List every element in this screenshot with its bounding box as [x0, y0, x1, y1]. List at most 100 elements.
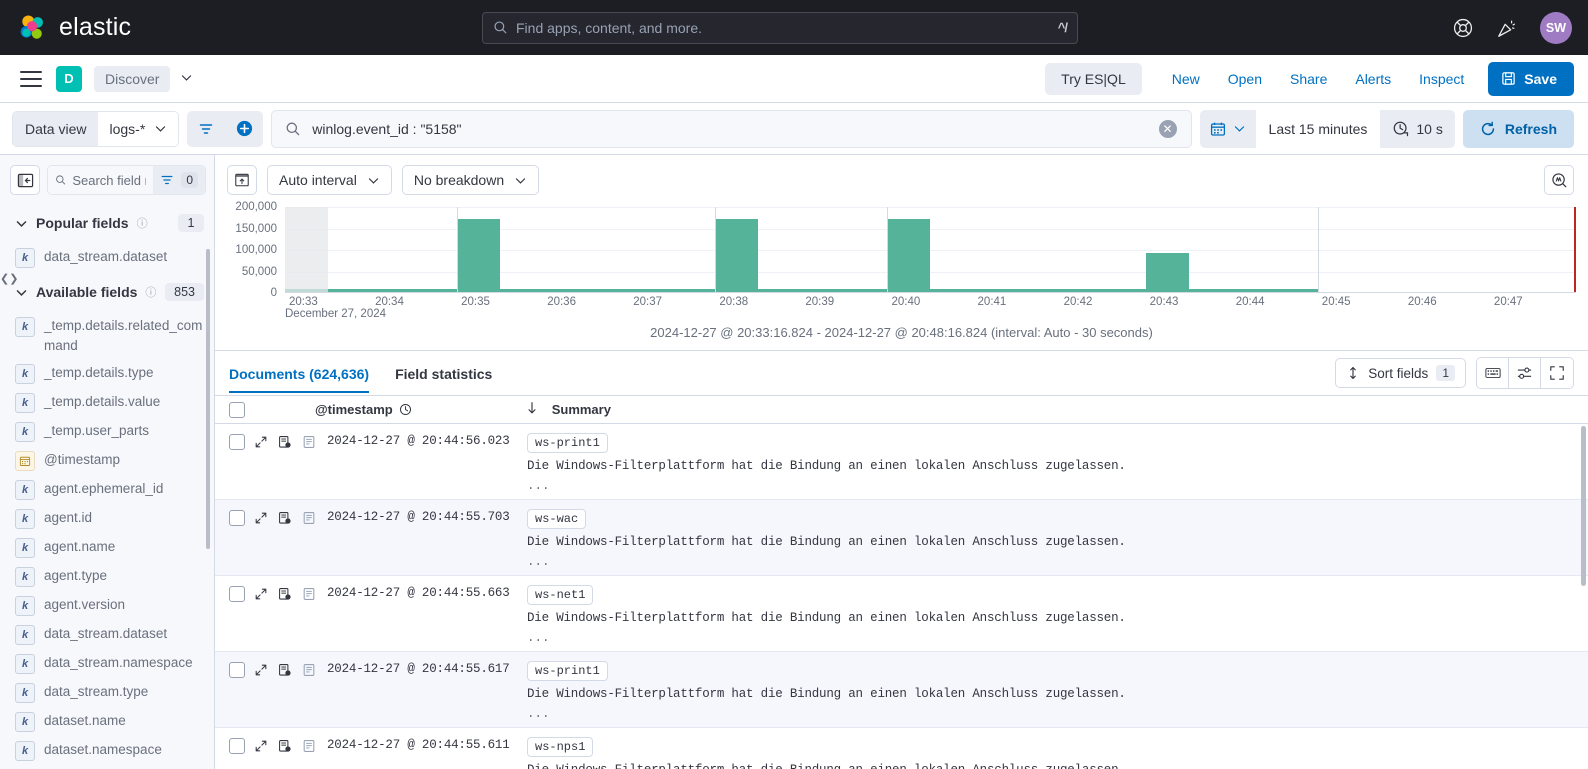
sidebar-field-data_stream.dataset[interactable]: k data_stream.dataset	[2, 620, 214, 649]
save-button[interactable]: Save	[1488, 61, 1574, 96]
space-avatar[interactable]: D	[56, 65, 82, 92]
field-list[interactable]: Popular fields ⓘ 1 k data_stream.dataset Avai…	[0, 203, 214, 769]
interval-picker[interactable]: Auto interval	[267, 165, 392, 195]
refresh-button[interactable]: Refresh	[1462, 109, 1574, 148]
sidebar-field-agent.version[interactable]: k agent.version	[2, 591, 214, 620]
document-details-icon[interactable]	[301, 738, 317, 754]
host-chip[interactable]: ws-print1	[527, 433, 608, 453]
field-section-header[interactable]: Popular fields ⓘ 1	[2, 203, 214, 243]
filter-for-value-icon[interactable]	[277, 510, 293, 526]
date-quick-select-button[interactable]	[1199, 109, 1256, 148]
nav-share[interactable]: Share	[1276, 65, 1341, 93]
sidebar-field-_temp.details.value[interactable]: k _temp.details.value	[2, 388, 214, 417]
nav-open[interactable]: Open	[1214, 65, 1276, 93]
column-header-timestamp[interactable]: @timestamp	[315, 402, 412, 417]
table-row[interactable]: 2024-12-27 @ 20:44:55.617 ws-print1 Die Wi…	[215, 652, 1588, 728]
sidebar-field-agent.id[interactable]: k agent.id	[2, 504, 214, 533]
chevron-down-icon[interactable]	[180, 71, 193, 87]
sidebar-field-dataset.type[interactable]: kdataset.type	[2, 765, 214, 769]
histogram-bar[interactable]	[457, 218, 501, 292]
refresh-interval-button[interactable]: 10 s	[1380, 109, 1455, 148]
sidebar-field-agent.ephemeral_id[interactable]: k agent.ephemeral_id	[2, 475, 214, 504]
menu-toggle-button[interactable]	[20, 70, 42, 87]
avatar[interactable]: SW	[1540, 11, 1572, 44]
row-checkbox[interactable]	[229, 738, 245, 754]
histogram-bar[interactable]	[1145, 253, 1189, 292]
sidebar-field-agent.type[interactable]: k agent.type	[2, 562, 214, 591]
table-row[interactable]: 2024-12-27 @ 20:44:56.023 ws-print1 Die Wi…	[215, 424, 1588, 500]
histogram-chart[interactable]: 0 50,000 100,000 150,000 200,000 20:33 20:34 2…	[227, 201, 1576, 320]
row-checkbox[interactable]	[229, 586, 245, 602]
documents-grid[interactable]: @timestamp Summary 2024-12-27 @ 20:44:56…	[215, 395, 1588, 769]
nav-inspect[interactable]: Inspect	[1405, 65, 1478, 93]
filter-for-value-icon[interactable]	[277, 434, 293, 450]
filter-for-value-icon[interactable]	[277, 738, 293, 754]
keyboard-shortcuts-icon[interactable]	[1477, 358, 1509, 388]
field-filter-button[interactable]: 0	[153, 166, 205, 194]
nav-alerts[interactable]: Alerts	[1341, 65, 1405, 93]
sidebar-field-data_stream.namespace[interactable]: k data_stream.namespace	[2, 649, 214, 678]
tab-field-statistics[interactable]: Field statistics	[395, 354, 492, 393]
sidebar-field-data_stream.type[interactable]: k data_stream.type	[2, 678, 214, 707]
table-row[interactable]: 2024-12-27 @ 20:44:55.663 ws-net1 Die Wind…	[215, 576, 1588, 652]
field-search[interactable]: 0	[47, 165, 206, 195]
filter-for-value-icon[interactable]	[277, 586, 293, 602]
field-section-header[interactable]: Available fields ⓘ 853	[2, 272, 214, 312]
column-header-summary[interactable]: Summary	[552, 402, 611, 417]
host-chip[interactable]: ws-net1	[527, 585, 594, 605]
edit-visualization-icon[interactable]	[227, 165, 257, 195]
sidebar-field-_temp.details.type[interactable]: k _temp.details.type	[2, 359, 214, 388]
host-chip[interactable]: ws-wac	[527, 509, 587, 529]
plot-area[interactable]	[285, 207, 1576, 293]
field-search-input-wrap[interactable]	[48, 166, 154, 194]
data-view-picker[interactable]: Data view logs-*	[12, 110, 180, 147]
sidebar-field-dataset.name[interactable]: k dataset.name	[2, 707, 214, 736]
row-checkbox[interactable]	[229, 434, 245, 450]
announcements-icon[interactable]	[1496, 17, 1518, 39]
document-details-icon[interactable]	[301, 662, 317, 678]
sidebar-scrollbar[interactable]	[206, 249, 210, 549]
breadcrumb[interactable]: Discover	[94, 65, 171, 92]
row-checkbox[interactable]	[229, 510, 245, 526]
info-icon[interactable]: ⓘ	[145, 284, 156, 300]
elastic-brand[interactable]: elastic	[0, 13, 131, 43]
table-row[interactable]: 2024-12-27 @ 20:44:55.703 ws-wac Die Windo…	[215, 500, 1588, 576]
histogram-bar[interactable]	[887, 218, 931, 292]
sidebar-field-agent.name[interactable]: k agent.name	[2, 533, 214, 562]
sidebar-field-dataset.namespace[interactable]: k dataset.namespace	[2, 736, 214, 765]
display-options-icon[interactable]	[1509, 358, 1541, 388]
row-checkbox[interactable]	[229, 662, 245, 678]
global-search-input[interactable]	[516, 19, 1050, 36]
info-icon[interactable]: ⓘ	[137, 215, 148, 231]
sidebar-field-_temp.details.related_command[interactable]: k _temp.details.related_command	[2, 312, 214, 359]
expand-row-icon[interactable]	[253, 586, 269, 602]
filter-icon[interactable]	[187, 110, 226, 147]
filter-for-value-icon[interactable]	[277, 662, 293, 678]
sort-descending-icon[interactable]	[525, 401, 539, 418]
table-row[interactable]: 2024-12-27 @ 20:44:55.611 ws-nps1 Die Wind…	[215, 728, 1588, 769]
sidebar-field-_temp.user_parts[interactable]: k _temp.user_parts	[2, 417, 214, 446]
expand-row-icon[interactable]	[253, 662, 269, 678]
search-input[interactable]	[72, 172, 147, 188]
host-chip[interactable]: ws-nps1	[527, 737, 594, 757]
expand-row-icon[interactable]	[253, 510, 269, 526]
collapse-sidebar-icon[interactable]	[10, 165, 40, 195]
sidebar-field-@timestamp[interactable]: @timestamp	[2, 446, 214, 475]
expand-row-icon[interactable]	[253, 738, 269, 754]
try-esql-button[interactable]: Try ES|QL	[1045, 62, 1142, 95]
data-view-value[interactable]: logs-*	[98, 111, 179, 146]
query-input[interactable]	[312, 120, 1148, 137]
query-input-container[interactable]: ✕	[271, 109, 1192, 148]
global-search[interactable]: ^/	[482, 11, 1078, 44]
date-range-value[interactable]: Last 15 minutes	[1255, 109, 1381, 148]
sidebar-field-data_stream.dataset[interactable]: k data_stream.dataset	[2, 243, 214, 272]
document-details-icon[interactable]	[301, 434, 317, 450]
grid-scrollbar[interactable]	[1581, 426, 1586, 586]
add-filter-icon[interactable]	[225, 110, 264, 147]
select-all-checkbox[interactable]	[229, 401, 245, 418]
histogram-bar[interactable]	[715, 218, 759, 292]
expand-row-icon[interactable]	[253, 434, 269, 450]
nav-new[interactable]: New	[1158, 65, 1214, 93]
chart-options-icon[interactable]	[1544, 165, 1574, 195]
document-details-icon[interactable]	[301, 586, 317, 602]
